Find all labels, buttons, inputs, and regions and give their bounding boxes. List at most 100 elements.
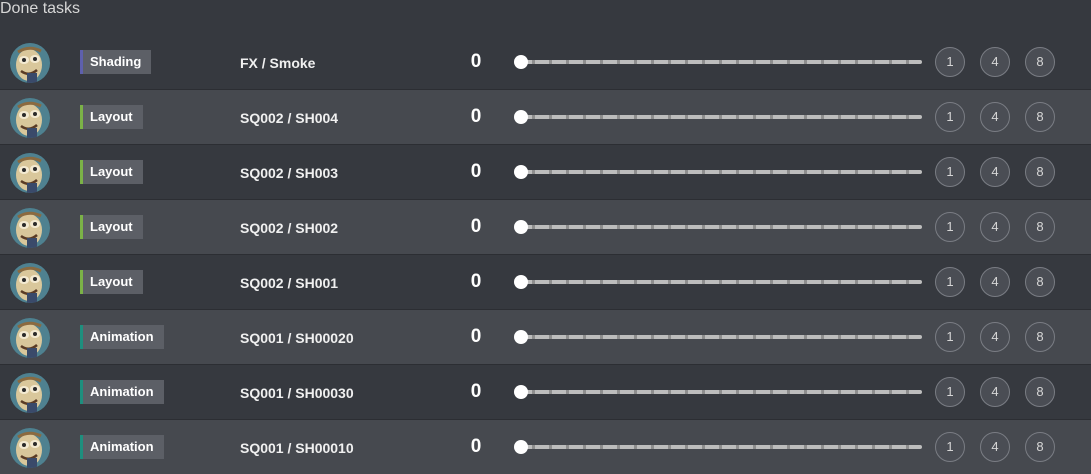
zoom-8-button[interactable]: 8	[1025, 267, 1055, 297]
zoom-1-button[interactable]: 1	[935, 47, 965, 77]
avatar[interactable]	[10, 318, 50, 358]
task-type-tag[interactable]: Layout	[80, 105, 143, 129]
avatar[interactable]	[10, 208, 50, 248]
timeline-slider[interactable]	[514, 219, 922, 235]
task-type-color-bar	[80, 325, 83, 349]
task-type-label: Shading	[90, 54, 142, 69]
frame-count: 0	[470, 381, 482, 402]
task-type-label: Layout	[90, 109, 133, 124]
slider-handle[interactable]	[514, 220, 528, 234]
task-type-label: Layout	[90, 274, 133, 289]
timeline-slider[interactable]	[514, 384, 922, 400]
task-type-tag[interactable]: Animation	[80, 380, 164, 404]
timeline-slider[interactable]	[514, 109, 922, 125]
task-type-tag[interactable]: Animation	[80, 325, 164, 349]
page-title: Done tasks	[0, 0, 81, 17]
avatar[interactable]	[10, 98, 50, 138]
zoom-4-button[interactable]: 4	[980, 377, 1010, 407]
zoom-4-button[interactable]: 4	[980, 212, 1010, 242]
timeline-slider[interactable]	[514, 164, 922, 180]
zoom-1-button[interactable]: 1	[935, 102, 965, 132]
frame-count: 0	[470, 216, 482, 237]
entity-name[interactable]: SQ001 / SH00030	[240, 384, 354, 402]
zoom-4-button[interactable]: 4	[980, 47, 1010, 77]
entity-name[interactable]: SQ001 / SH00020	[240, 329, 354, 347]
task-type-color-bar	[80, 380, 83, 404]
slider-track[interactable]	[518, 225, 922, 229]
task-row[interactable]: Animation SQ001 / SH00010 0 1 4 8	[0, 420, 1091, 474]
slider-track[interactable]	[518, 280, 922, 284]
avatar[interactable]	[10, 263, 50, 303]
task-row[interactable]: Layout SQ002 / SH001 0 1 4 8	[0, 255, 1091, 310]
entity-name[interactable]: SQ002 / SH004	[240, 109, 338, 127]
timeline-slider[interactable]	[514, 329, 922, 345]
frame-count: 0	[470, 271, 482, 292]
entity-name[interactable]: SQ002 / SH002	[240, 219, 338, 237]
slider-track[interactable]	[518, 115, 922, 119]
zoom-1-button[interactable]: 1	[935, 322, 965, 352]
task-type-tag[interactable]: Layout	[80, 270, 143, 294]
zoom-4-button[interactable]: 4	[980, 157, 1010, 187]
task-type-label: Layout	[90, 164, 133, 179]
task-type-tag[interactable]: Shading	[80, 50, 152, 74]
frame-count: 0	[470, 161, 482, 182]
slider-handle[interactable]	[514, 110, 528, 124]
zoom-1-button[interactable]: 1	[935, 432, 965, 462]
slider-track[interactable]	[518, 335, 922, 339]
task-row[interactable]: Layout SQ002 / SH003 0 1 4 8	[0, 145, 1091, 200]
slider-track[interactable]	[518, 60, 922, 64]
avatar[interactable]	[10, 43, 50, 83]
task-type-label: Animation	[90, 439, 154, 454]
zoom-4-button[interactable]: 4	[980, 267, 1010, 297]
task-type-color-bar	[80, 105, 83, 129]
zoom-8-button[interactable]: 8	[1025, 47, 1055, 77]
zoom-8-button[interactable]: 8	[1025, 432, 1055, 462]
task-row[interactable]: Layout SQ002 / SH002 0 1 4 8	[0, 200, 1091, 255]
slider-handle[interactable]	[514, 440, 528, 454]
zoom-8-button[interactable]: 8	[1025, 102, 1055, 132]
zoom-1-button[interactable]: 1	[935, 377, 965, 407]
zoom-8-button[interactable]: 8	[1025, 157, 1055, 187]
entity-name[interactable]: SQ001 / SH00010	[240, 439, 354, 457]
timeline-slider[interactable]	[514, 54, 922, 70]
task-type-tag[interactable]: Layout	[80, 215, 143, 239]
entity-name[interactable]: FX / Smoke	[240, 54, 315, 72]
task-row[interactable]: Layout SQ002 / SH004 0 1 4 8	[0, 90, 1091, 145]
avatar[interactable]	[10, 373, 50, 413]
avatar[interactable]	[10, 428, 50, 468]
timeline-slider[interactable]	[514, 274, 922, 290]
zoom-4-button[interactable]: 4	[980, 432, 1010, 462]
timeline-slider[interactable]	[514, 439, 922, 455]
zoom-8-button[interactable]: 8	[1025, 322, 1055, 352]
task-type-color-bar	[80, 270, 83, 294]
task-type-color-bar	[80, 435, 83, 459]
task-type-label: Animation	[90, 384, 154, 399]
zoom-8-button[interactable]: 8	[1025, 377, 1055, 407]
slider-handle[interactable]	[514, 55, 528, 69]
slider-handle[interactable]	[514, 330, 528, 344]
slider-track[interactable]	[518, 390, 922, 394]
task-type-tag[interactable]: Animation	[80, 435, 164, 459]
zoom-1-button[interactable]: 1	[935, 267, 965, 297]
task-list: Shading FX / Smoke 0 1 4 8 Layout SQ002 / SH004…	[0, 35, 1091, 474]
slider-track[interactable]	[518, 445, 922, 449]
slider-handle[interactable]	[514, 385, 528, 399]
task-type-color-bar	[80, 215, 83, 239]
task-row[interactable]: Shading FX / Smoke 0 1 4 8	[0, 35, 1091, 90]
slider-track[interactable]	[518, 170, 922, 174]
zoom-4-button[interactable]: 4	[980, 322, 1010, 352]
slider-handle[interactable]	[514, 165, 528, 179]
task-row[interactable]: Animation SQ001 / SH00030 0 1 4 8	[0, 365, 1091, 420]
zoom-8-button[interactable]: 8	[1025, 212, 1055, 242]
task-row[interactable]: Animation SQ001 / SH00020 0 1 4 8	[0, 310, 1091, 365]
slider-handle[interactable]	[514, 275, 528, 289]
zoom-4-button[interactable]: 4	[980, 102, 1010, 132]
entity-name[interactable]: SQ002 / SH001	[240, 274, 338, 292]
task-type-color-bar	[80, 50, 83, 74]
avatar[interactable]	[10, 153, 50, 193]
zoom-1-button[interactable]: 1	[935, 212, 965, 242]
entity-name[interactable]: SQ002 / SH003	[240, 164, 338, 182]
frame-count: 0	[470, 436, 482, 457]
zoom-1-button[interactable]: 1	[935, 157, 965, 187]
task-type-tag[interactable]: Layout	[80, 160, 143, 184]
